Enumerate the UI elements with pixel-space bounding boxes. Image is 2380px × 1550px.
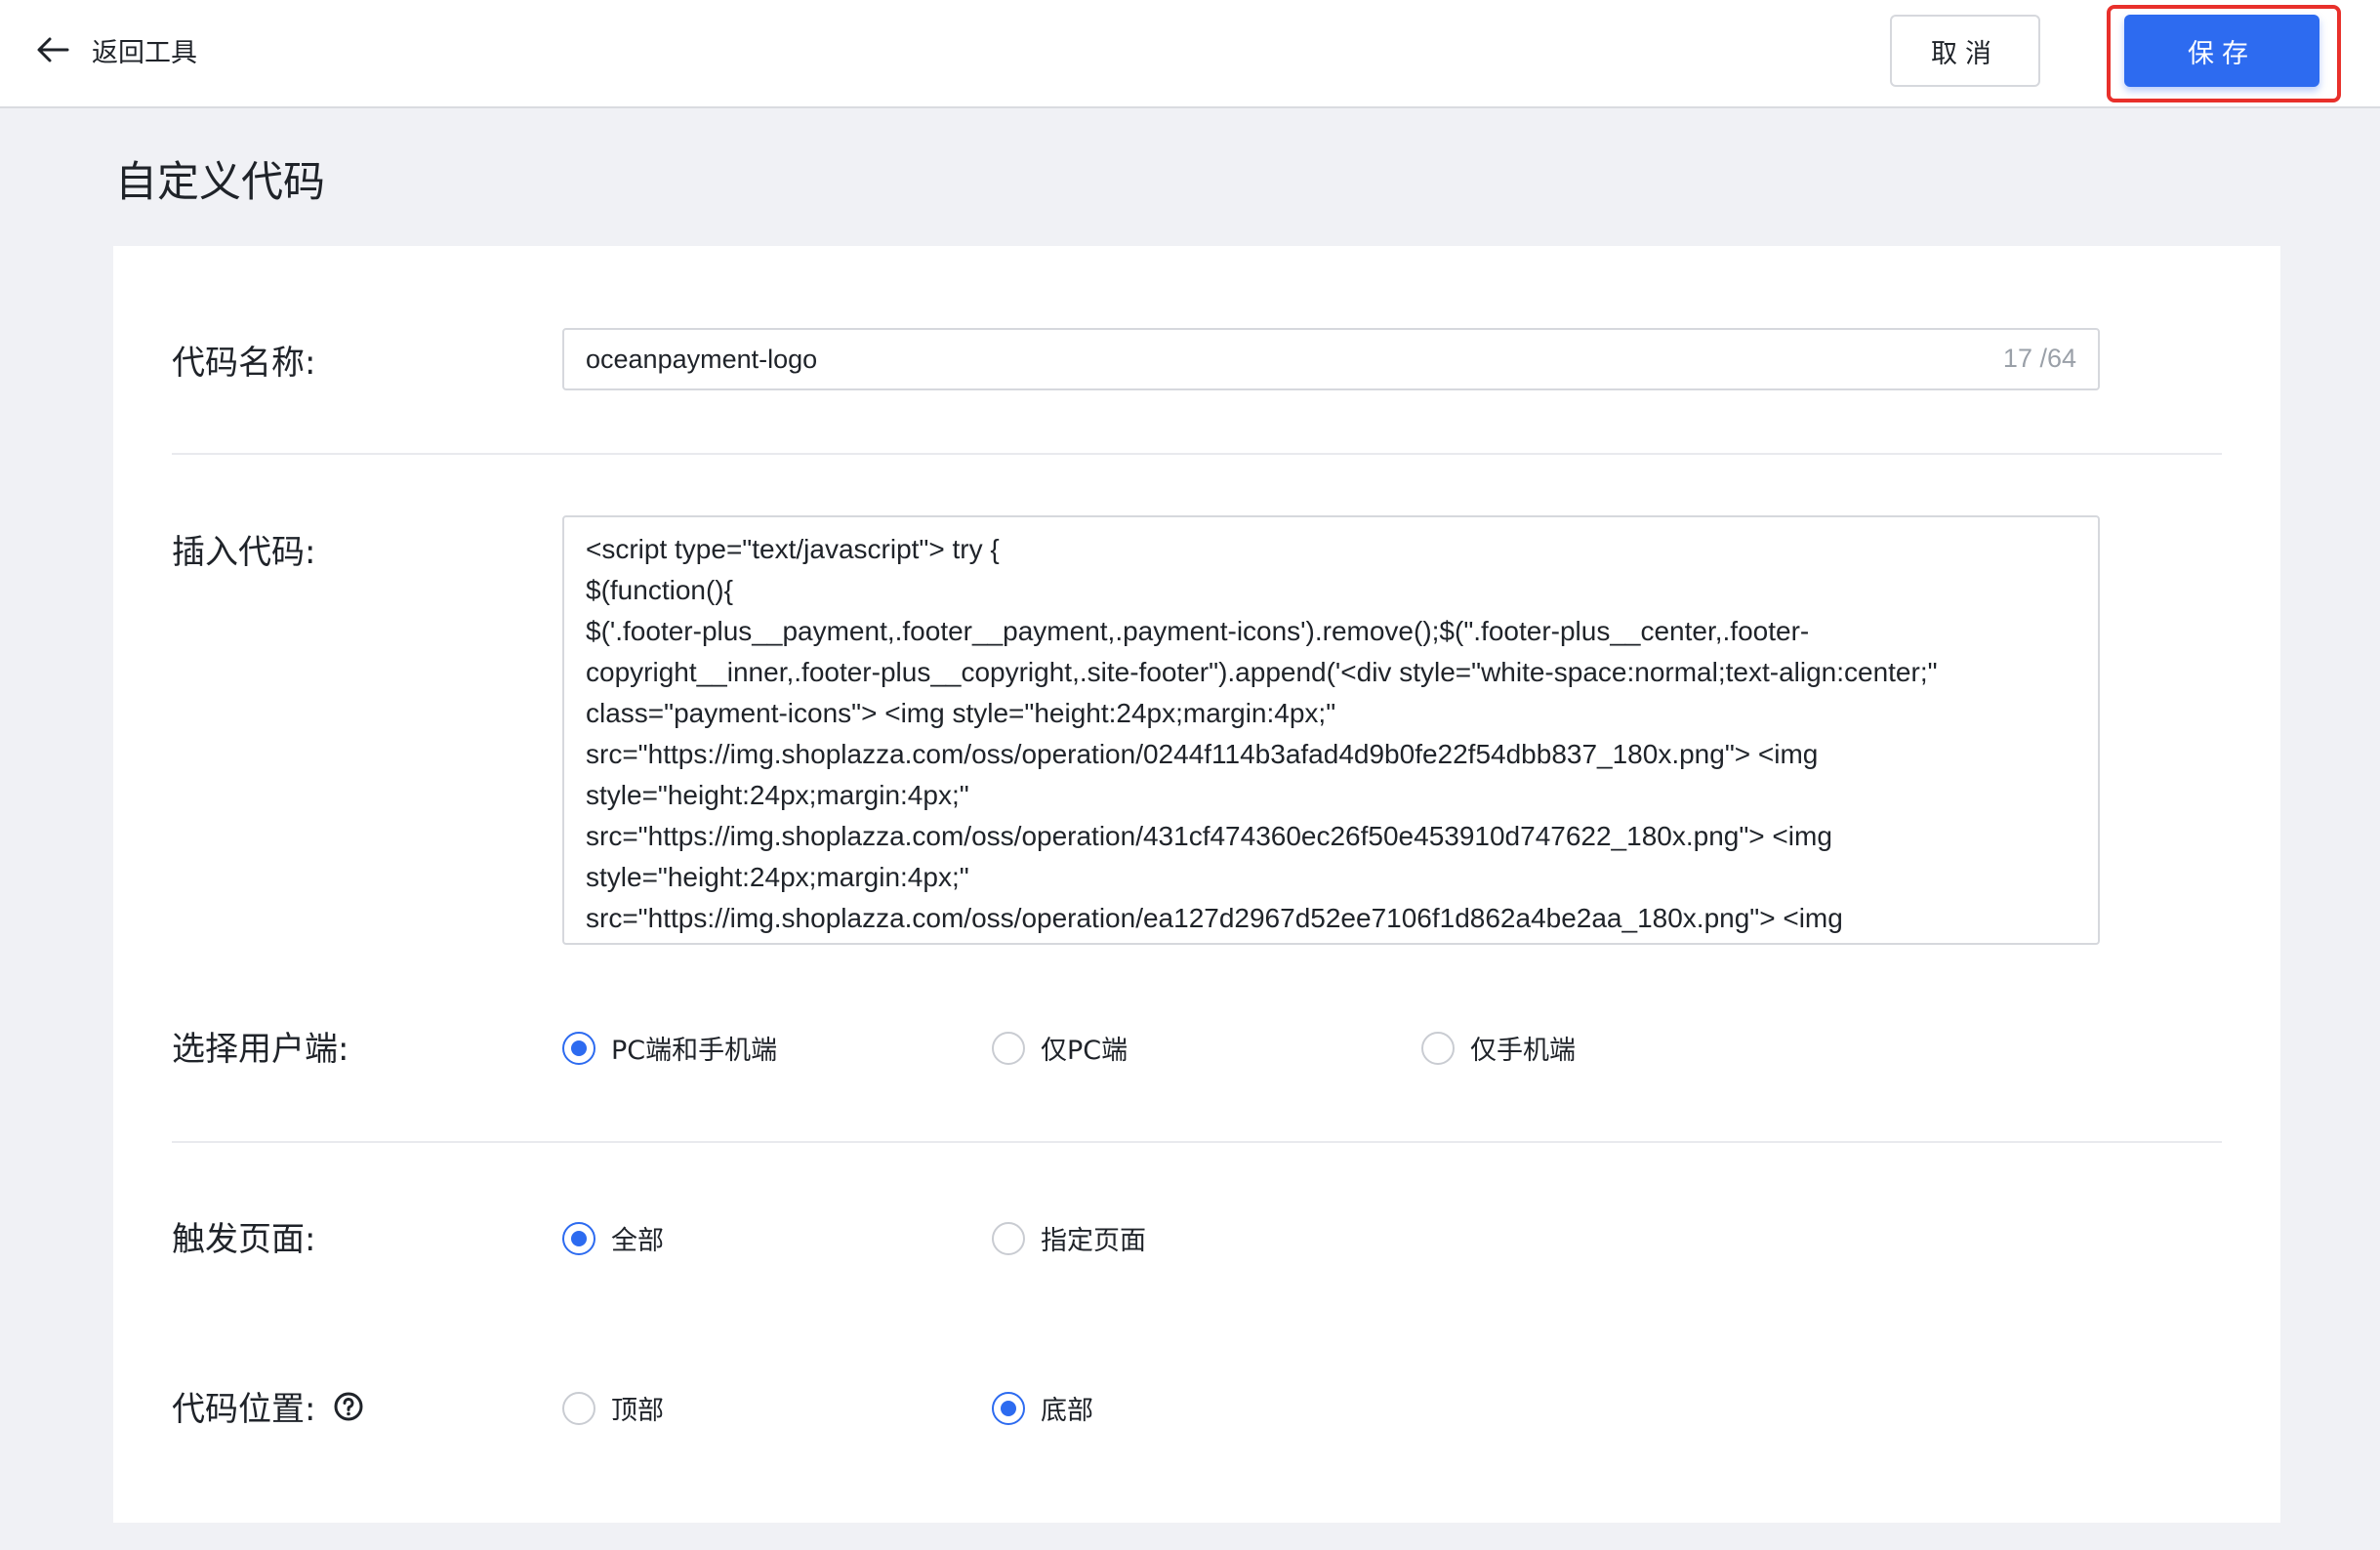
radio-circle-checked: [992, 1391, 1025, 1425]
code-position-label-row: 代码位置:: [172, 1382, 364, 1430]
top-bar: 返回工具 取消 保存: [0, 0, 2380, 108]
character-counter: 17 /64: [2002, 344, 2076, 373]
radio-pc-and-mobile[interactable]: PC端和手机端: [562, 1029, 777, 1067]
divider: [172, 453, 2222, 455]
radio-label: 顶部: [611, 1396, 664, 1426]
radio-circle-checked: [562, 1031, 595, 1065]
code-line: $('.footer-plus__payment,.footer__paymen…: [586, 616, 1810, 646]
radio-circle: [992, 1031, 1025, 1065]
radio-label: 全部: [611, 1226, 664, 1256]
code-line: <script type="text/javascript"> try {: [586, 534, 1000, 564]
radio-specific-pages[interactable]: 指定页面: [992, 1219, 1146, 1257]
back-label: 返回工具: [92, 37, 197, 68]
custom-code-form: 代码名称: 17 /64 插入代码: <script type="text/ja…: [113, 246, 2280, 1523]
code-line: $(function(){: [586, 575, 733, 605]
radio-label: 仅手机端: [1470, 1036, 1576, 1066]
radio-mobile-only[interactable]: 仅手机端: [1421, 1029, 1576, 1067]
code-line: style="height:24px;margin:4px;": [586, 862, 969, 892]
code-line: src="https://img.shoplazza.com/oss/opera…: [586, 821, 1832, 851]
code-name-label: 代码名称:: [172, 344, 316, 383]
radio-label: 仅PC端: [1041, 1036, 1128, 1066]
code-line: class="payment-icons"> <img style="heigh…: [586, 698, 1336, 728]
code-line: src="https://img.shoplazza.com/oss/opera…: [586, 739, 1819, 769]
page-title: 自定义代码: [115, 158, 325, 207]
radio-top[interactable]: 顶部: [562, 1389, 664, 1427]
radio-label: 底部: [1041, 1396, 1093, 1426]
radio-all-pages[interactable]: 全部: [562, 1219, 664, 1257]
insert-code-label: 插入代码:: [172, 533, 316, 572]
radio-bottom[interactable]: 底部: [992, 1389, 1093, 1427]
radio-circle: [562, 1391, 595, 1425]
code-line: src="https://img.shoplazza.com/oss/opera…: [586, 903, 1843, 933]
question-circle-icon[interactable]: [333, 1391, 364, 1422]
code-line: style="height:24px;margin:4px;": [586, 780, 969, 810]
arrow-left-icon: [37, 37, 69, 62]
radio-label: 指定页面: [1041, 1226, 1146, 1256]
code-line: copyright__inner,.footer-plus__copyright…: [586, 657, 1938, 687]
client-label: 选择用户端:: [172, 1030, 349, 1069]
code-name-input[interactable]: [564, 330, 1950, 388]
radio-circle: [992, 1221, 1025, 1255]
code-name-field-wrapper: 17 /64: [562, 328, 2100, 390]
back-to-tools-link[interactable]: 返回工具: [35, 27, 197, 72]
insert-code-textarea[interactable]: <script type="text/javascript"> try { $(…: [562, 515, 2100, 945]
radio-pc-only[interactable]: 仅PC端: [992, 1029, 1128, 1067]
trigger-page-label: 触发页面:: [172, 1220, 316, 1259]
divider: [172, 1141, 2222, 1143]
cancel-button[interactable]: 取消: [1890, 15, 2040, 87]
code-position-label: 代码位置:: [172, 1390, 316, 1429]
radio-label: PC端和手机端: [611, 1036, 778, 1066]
radio-circle-checked: [562, 1221, 595, 1255]
save-button[interactable]: 保存: [2124, 15, 2319, 87]
radio-circle: [1421, 1031, 1455, 1065]
